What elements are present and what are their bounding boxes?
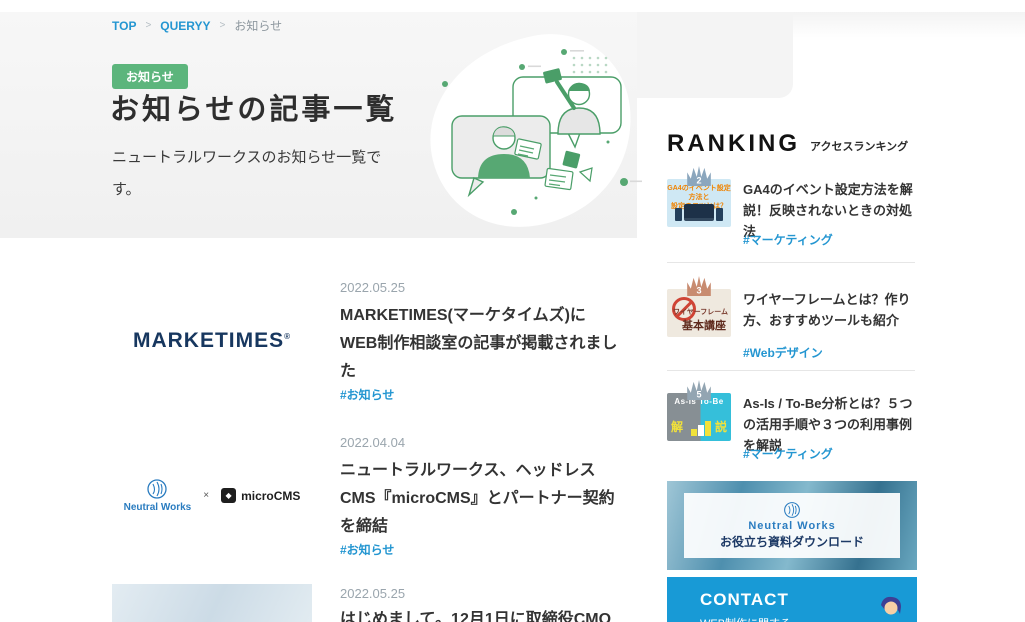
marketimes-logo: MARKETIMES®	[133, 329, 291, 353]
article-title[interactable]: ニュートラルワークス、ヘッドレスCMS『microCMS』とパートナー契約を締結	[340, 457, 618, 541]
partnership-logos: Neutral Works × ◆ microCMS	[124, 478, 301, 513]
article-thumbnail[interactable]: Neutral Works × ◆ microCMS	[112, 439, 312, 552]
download-banner-card: Neutral Works お役立ち資料ダウンロード	[684, 493, 900, 558]
svg-text:3: 3	[696, 285, 701, 295]
rank-crown-badge: 5	[685, 380, 713, 400]
contact-person-illustration	[873, 593, 909, 622]
article-thumbnail[interactable]	[112, 584, 312, 622]
page-title: お知らせの記事一覧	[110, 86, 397, 128]
download-banner[interactable]: Neutral Works お役立ち資料ダウンロード	[667, 481, 917, 570]
contact-section[interactable]: CONTACT WEB制作に関する	[667, 577, 917, 622]
ranking-thumbnail[interactable]: GA4のイベント設定方法と設定のコツとは？	[667, 179, 731, 227]
ranking-divider	[667, 370, 915, 371]
breadcrumb-current: お知らせ	[234, 17, 282, 34]
rank-crown-badge: 2	[685, 166, 713, 186]
article-item: 2022.05.25 はじめまして。12月1日に取締役CMOに就任し	[112, 576, 604, 622]
microcms-logo-icon: ◆	[221, 488, 236, 503]
ranking-title: RANKING	[667, 130, 800, 158]
cross-symbol: ×	[203, 490, 209, 501]
article-title[interactable]: はじめまして。12月1日に取締役CMOに就任し	[340, 606, 618, 622]
article-tag[interactable]: #お知らせ	[340, 386, 394, 403]
ranking-item: 5 As-Is To-Be 解 説 As-Is / To-Be分析とは？５つの活…	[667, 393, 915, 489]
svg-text:5: 5	[696, 389, 701, 399]
article-date: 2022.04.04	[340, 435, 405, 450]
article-date: 2022.05.25	[340, 586, 405, 601]
banner-label: お役立ち資料ダウンロード	[720, 533, 864, 550]
ranking-item: 2 GA4のイベント設定方法と設定のコツとは？ GA4のイベント設定方法を解説！…	[667, 179, 915, 275]
hero-background-extension	[637, 12, 793, 98]
banner-brand: Neutral Works	[748, 520, 835, 532]
hero-fade	[793, 12, 1025, 38]
microcms-logo-text: microCMS	[241, 489, 300, 503]
breadcrumb-separator: >	[145, 20, 151, 31]
ranking-item-tag[interactable]: #マーケティング	[743, 445, 833, 462]
rank-crown-badge: 3	[685, 276, 713, 296]
ranking-item-tag[interactable]: #Webデザイン	[743, 344, 823, 361]
article-date: 2022.05.25	[340, 280, 405, 295]
article-item: Neutral Works × ◆ microCMS 2022.04.04 ニュ…	[112, 433, 604, 583]
ranking-thumbnail[interactable]: ワイヤーフレーム 基本講座	[667, 289, 731, 337]
neutralworks-logo-text: Neutral Works	[124, 502, 192, 513]
svg-text:2: 2	[696, 175, 701, 185]
neutralworks-logo-icon	[783, 501, 801, 519]
ranking-item-title[interactable]: ワイヤーフレームとは？作り方、おすすめツールも紹介	[743, 290, 923, 332]
article-item: MARKETIMES® 2022.05.25 MARKETIMES(マーケタイム…	[112, 278, 604, 428]
ranking-thumbnail[interactable]: As-Is To-Be 解 説	[667, 393, 731, 441]
breadcrumb-separator: >	[220, 20, 226, 31]
article-title[interactable]: MARKETIMES(マーケタイムズ)にWEB制作相談室の記事が掲載されました	[340, 302, 618, 386]
page-description: ニュートラルワークスのお知らせ一覧です。	[112, 142, 394, 205]
breadcrumb: TOP > QUERYY > お知らせ	[112, 17, 282, 34]
article-thumbnail[interactable]: MARKETIMES®	[112, 284, 312, 397]
neutralworks-logo-icon	[146, 478, 168, 500]
ranking-subtitle: アクセスランキング	[810, 138, 908, 158]
ranking-heading: RANKING アクセスランキング	[667, 130, 908, 158]
contact-subtext: WEB制作に関する	[700, 615, 791, 622]
article-tag[interactable]: #お知らせ	[340, 541, 394, 558]
hero-illustration	[418, 22, 650, 240]
breadcrumb-link-top[interactable]: TOP	[112, 19, 136, 33]
ranking-item-tag[interactable]: #マーケティング	[743, 231, 833, 248]
contact-heading: CONTACT	[700, 590, 789, 610]
page-root: TOP > QUERYY > お知らせ お知らせ お知らせの記事一覧 ニュートラ…	[0, 0, 1025, 622]
breadcrumb-link-queryy[interactable]: QUERYY	[160, 19, 210, 33]
ranking-divider	[667, 262, 915, 263]
